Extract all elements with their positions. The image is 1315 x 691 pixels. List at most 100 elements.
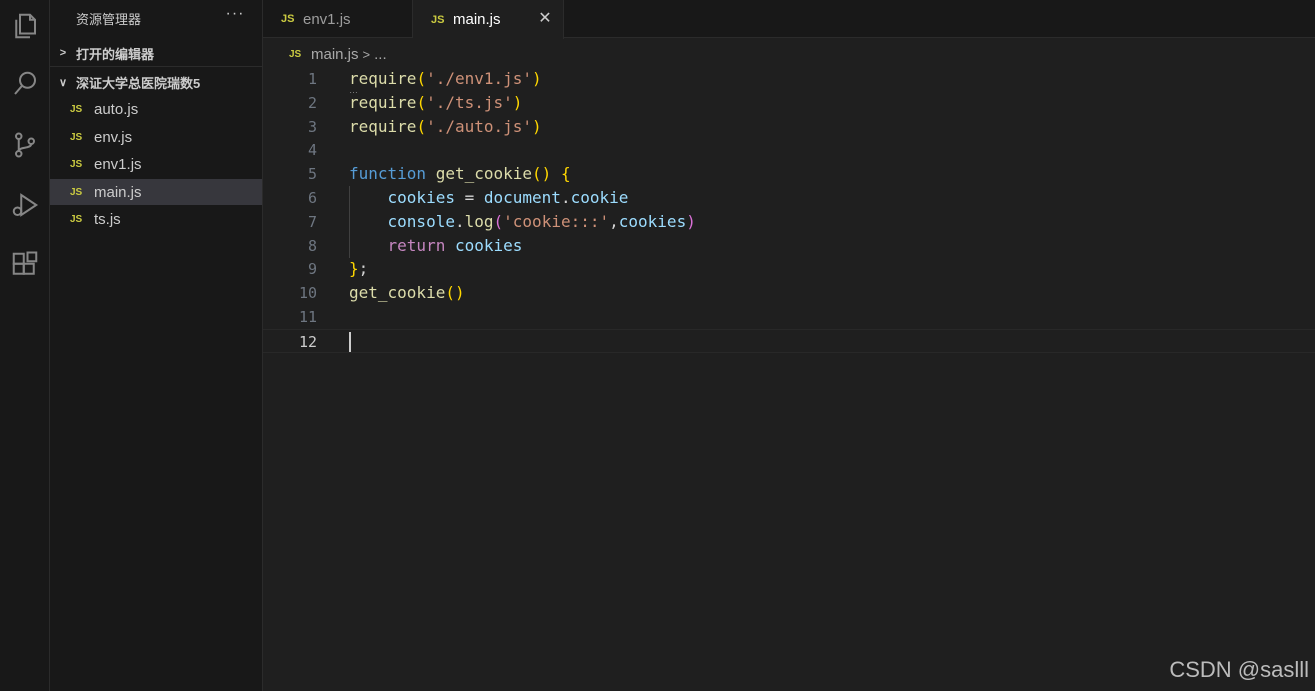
file-name: auto.js <box>94 100 139 118</box>
watermark: CSDN @saslll <box>1169 657 1309 682</box>
code-line[interactable]: 7 console.log('cookie:::',cookies) <box>263 210 1315 234</box>
file-item-auto-js[interactable]: JS auto.js <box>50 96 262 122</box>
code-line[interactable]: 10 get_cookie() <box>263 281 1315 305</box>
code-token: ( <box>416 69 427 88</box>
breadcrumb-file[interactable]: main.js <box>311 46 359 63</box>
code-token: ) <box>532 69 542 88</box>
explorer-more-button[interactable]: ··· <box>224 4 246 26</box>
close-icon[interactable]: ✕ <box>535 9 555 29</box>
code-line[interactable]: 4 <box>263 138 1315 162</box>
code-line[interactable]: 11 <box>263 305 1315 329</box>
code-line[interactable]: 5 function get_cookie() { <box>263 162 1315 186</box>
chevron-down-icon: ∨ <box>58 76 68 89</box>
code-token: , <box>609 211 619 231</box>
file-name: ts.js <box>94 210 121 228</box>
line-number: 10 <box>298 284 317 303</box>
code-text: require('./ts.js') <box>349 91 522 115</box>
code-token: require <box>349 92 417 112</box>
code-token: document <box>483 188 561 207</box>
line-number: 9 <box>307 260 317 279</box>
line-number: 11 <box>298 308 317 326</box>
code-line[interactable]: 8 return cookies <box>263 234 1315 258</box>
text-cursor <box>349 331 351 352</box>
tab-main-js[interactable]: JS main.js ✕ <box>413 0 564 39</box>
code-token: ) <box>686 211 696 231</box>
code-token: ) <box>512 92 523 112</box>
activity-bar <box>0 0 50 691</box>
file-item-main-js[interactable]: JS main.js <box>50 179 262 205</box>
chevron-right-icon: > <box>59 47 67 59</box>
open-editors-label: 打开的编辑器 <box>76 46 155 62</box>
code-token: require <box>349 69 417 88</box>
file-item-ts-js[interactable]: JS ts.js <box>50 206 262 232</box>
code-text: console.log('cookie:::',cookies) <box>349 210 696 234</box>
code-token: { <box>560 164 571 184</box>
code-token: require <box>349 116 417 136</box>
code-text: return cookies <box>349 234 523 258</box>
line-number: 7 <box>307 212 317 231</box>
tab-env1-js[interactable]: JS env1.js <box>263 0 413 38</box>
code-token: ) <box>532 116 542 136</box>
js-file-icon: JS <box>70 103 83 115</box>
code-token: get_cookie <box>435 164 533 184</box>
breadcrumb-separator: > <box>362 46 371 62</box>
js-file-icon: JS <box>70 131 83 143</box>
line-number: 3 <box>307 117 317 136</box>
code-line[interactable]: 1 require('./env1.js')… <box>263 67 1315 95</box>
code-token: cookies <box>387 188 455 207</box>
file-item-env-js[interactable]: JS env.js <box>50 124 262 150</box>
code-line[interactable]: 9}; <box>263 257 1315 281</box>
code-token: ; <box>358 259 369 279</box>
extensions-icon[interactable] <box>5 245 45 285</box>
files-icon[interactable] <box>5 6 45 46</box>
code-token: cookie <box>570 188 629 207</box>
folder-section[interactable]: ∨ 深证大学总医院瑞数5 <box>50 70 262 94</box>
js-file-icon: JS <box>70 213 83 225</box>
code-token: () <box>445 283 465 303</box>
folder-label: 深证大学总医院瑞数5 <box>76 75 201 91</box>
explorer-sidebar: 资源管理器 ··· > 打开的编辑器 ∨ 深证大学总医院瑞数5 JS auto.… <box>50 0 263 691</box>
search-icon[interactable] <box>5 64 45 104</box>
code-token: . <box>560 188 571 207</box>
line-number: 12 <box>298 332 317 351</box>
code-token: get_cookie <box>349 283 446 303</box>
code-text: cookies = document.cookie <box>349 186 629 210</box>
code-token: ( <box>416 116 427 136</box>
breadcrumb-more[interactable]: ... <box>374 46 387 63</box>
open-editors-section[interactable]: > 打开的编辑器 <box>50 41 262 65</box>
code-text: require('./auto.js') <box>349 115 542 139</box>
line-number: 5 <box>307 165 317 184</box>
file-name: env1.js <box>94 155 142 173</box>
code-token: ( <box>493 211 504 231</box>
code-token: function <box>349 164 427 184</box>
line-number: 4 <box>307 141 317 160</box>
source-control-icon[interactable] <box>5 125 45 165</box>
code-text: function get_cookie() { <box>349 162 571 186</box>
code-text: require('./env1.js') <box>349 67 542 91</box>
code-token: return <box>387 235 446 255</box>
line-number: 2 <box>307 93 317 112</box>
file-name: env.js <box>94 128 133 146</box>
file-item-env1-js[interactable]: JS env1.js <box>50 151 262 177</box>
code-line[interactable]: 12 <box>263 328 1315 353</box>
code-editor[interactable]: 1 require('./env1.js')… 2 require('./ts.js'… <box>263 66 1315 691</box>
editor-tab-bar: JS env1.js JS main.js ✕ <box>263 0 1315 39</box>
code-line[interactable]: 6 cookies = document.cookie <box>263 186 1315 210</box>
code-line[interactable]: 3 require('./auto.js') <box>263 115 1315 139</box>
line-number: 1 <box>307 70 317 88</box>
code-line[interactable]: 2 require('./ts.js') <box>263 91 1315 115</box>
code-token: cookies <box>454 235 523 255</box>
code-token: () <box>532 164 552 184</box>
code-token: ( <box>416 92 427 112</box>
code-token: './env1.js' <box>426 69 533 88</box>
run-debug-icon[interactable] <box>5 185 45 225</box>
breadcrumb: JS main.js > ... <box>263 42 387 66</box>
code-token: cookies <box>618 211 687 231</box>
js-file-icon: JS <box>70 186 83 198</box>
